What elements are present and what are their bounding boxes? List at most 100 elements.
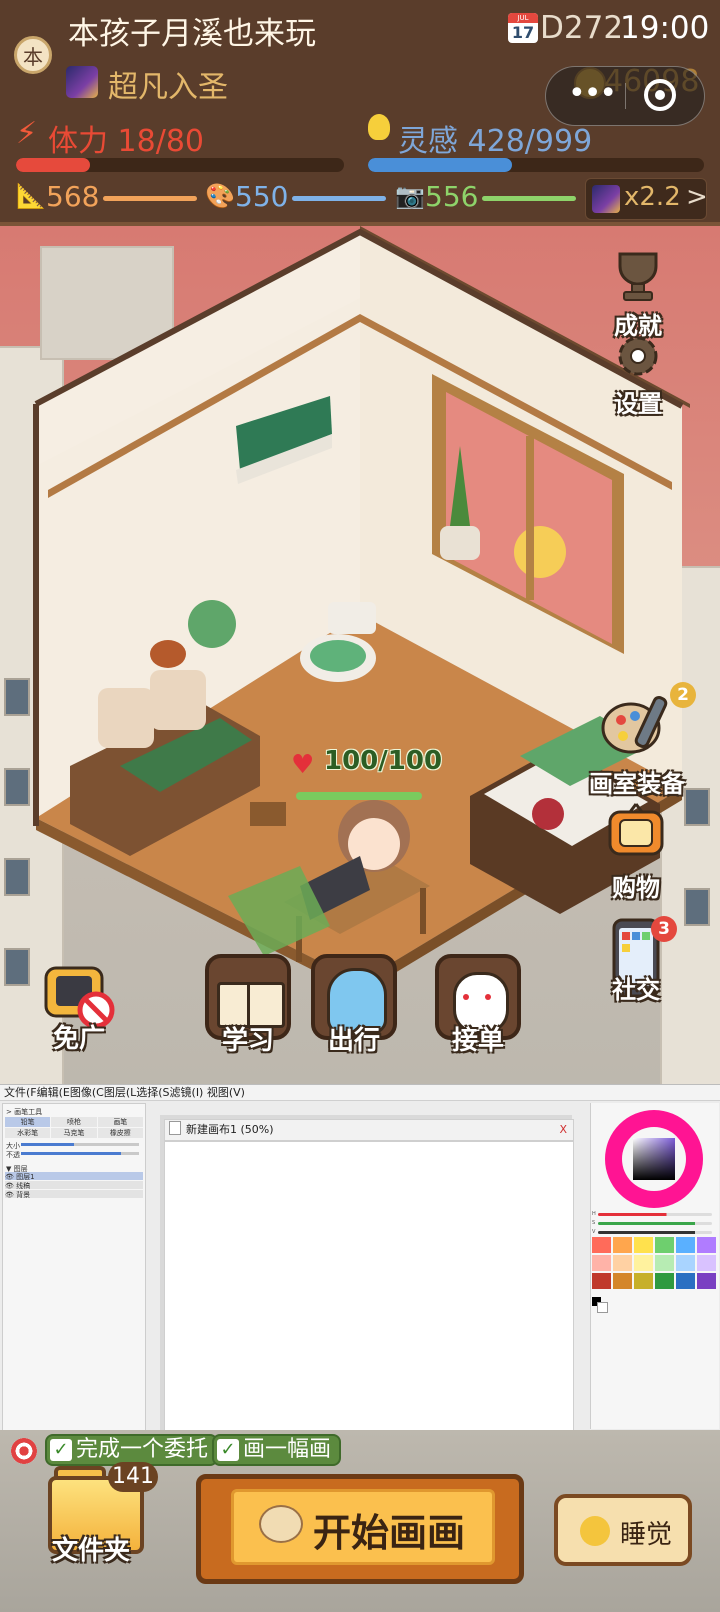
close-target-icon[interactable] bbox=[644, 79, 676, 111]
background-color[interactable] bbox=[597, 1302, 608, 1313]
sleep-label: 睡觉 bbox=[620, 1520, 673, 1550]
color-swatches bbox=[592, 1237, 716, 1293]
hue-slider[interactable] bbox=[598, 1213, 712, 1216]
start-painting-button[interactable]: 开始画画 bbox=[196, 1474, 524, 1584]
accept-orders-label: 接单 bbox=[451, 1026, 504, 1056]
settings-button[interactable]: 设置 bbox=[598, 332, 678, 419]
palette-icon: 🎨 bbox=[205, 182, 235, 210]
check-icon: ✓ bbox=[50, 1439, 72, 1461]
lightbulb-icon bbox=[368, 114, 390, 140]
value-slider[interactable] bbox=[598, 1231, 712, 1234]
slider-label-s: S bbox=[592, 1220, 596, 1226]
stat-drawing: 568 bbox=[46, 180, 100, 213]
quest-draw-painting[interactable]: ✓ 画一幅画 bbox=[212, 1434, 342, 1466]
lightning-icon: ⚡ bbox=[16, 116, 38, 151]
check-icon: ✓ bbox=[217, 1439, 239, 1461]
color-swatch[interactable] bbox=[592, 1255, 611, 1271]
tool-eraser[interactable]: 橡皮擦 bbox=[97, 1128, 143, 1138]
inspiration-bar bbox=[368, 158, 704, 172]
saturation-value-picker[interactable] bbox=[633, 1138, 675, 1180]
canvas-tab[interactable]: 新建画布1 (50%) X bbox=[164, 1119, 574, 1141]
tool-watercolor[interactable]: 水彩笔 bbox=[5, 1128, 51, 1138]
trophy-icon bbox=[618, 252, 658, 301]
hp-bar bbox=[296, 792, 422, 800]
sleep-button[interactable]: 睡觉 bbox=[554, 1494, 692, 1566]
tool-panel-title: > 画笔工具 bbox=[6, 1108, 43, 1116]
palette-brush-icon bbox=[601, 696, 668, 754]
tool-panel: > 画笔工具 铅笔 喷枪 画笔 水彩笔 马克笔 橡皮擦 大小 不透 ▼ 图层 👁… bbox=[2, 1103, 146, 1431]
color-swatch[interactable] bbox=[676, 1255, 695, 1271]
inspiration-label: 灵感 428/999 bbox=[398, 124, 593, 159]
day-counter: D272 bbox=[540, 10, 624, 46]
accept-orders-button[interactable]: 接单 bbox=[430, 954, 526, 1057]
gear-icon bbox=[618, 336, 658, 376]
shop-button[interactable]: 购物 bbox=[596, 802, 676, 903]
travel-button[interactable]: 出行 bbox=[306, 954, 402, 1057]
game-scene: 成就 设置 画室装备 2 购物 社交 3 ♥ 100/100 免广 学习 出行 … bbox=[0, 226, 720, 1084]
username: 本孩子月溪也来玩 bbox=[68, 16, 316, 52]
color-swatch[interactable] bbox=[613, 1237, 632, 1253]
canvas-tab-title: 新建画布1 (50%) bbox=[186, 1123, 274, 1136]
social-label: 社交 bbox=[612, 976, 660, 1004]
folder-label: 文件夹 bbox=[52, 1536, 131, 1566]
multiplier-button[interactable]: x2.2 > bbox=[585, 178, 708, 220]
color-swatch[interactable] bbox=[676, 1273, 695, 1289]
achievements-button[interactable]: 成就 bbox=[598, 250, 678, 341]
color-swatch[interactable] bbox=[592, 1237, 611, 1253]
camera-icon: 📷 bbox=[395, 182, 425, 210]
more-icon[interactable]: ••• bbox=[568, 79, 617, 109]
stat-composition: 556 bbox=[425, 180, 479, 213]
color-swatch[interactable] bbox=[697, 1237, 716, 1253]
saturation-slider[interactable] bbox=[598, 1222, 712, 1225]
calendar-icon: JUL 17 bbox=[508, 13, 538, 43]
color-swatch[interactable] bbox=[634, 1237, 653, 1253]
color-swatch[interactable] bbox=[655, 1273, 674, 1289]
color-swatch[interactable] bbox=[634, 1273, 653, 1289]
folder-count-badge: 141 bbox=[108, 1462, 158, 1492]
size-slider[interactable] bbox=[21, 1143, 139, 1146]
remove-ads-button[interactable]: 免广 bbox=[34, 954, 124, 1055]
avatar[interactable]: 本 bbox=[14, 36, 52, 74]
status-hud: 本 本孩子月溪也来玩 JUL 17 D272 19:00 超凡入圣 46098 … bbox=[0, 0, 720, 226]
game-clock: 19:00 bbox=[620, 10, 710, 46]
tool-marker[interactable]: 马克笔 bbox=[51, 1128, 97, 1138]
galaxy-icon bbox=[592, 185, 620, 213]
palette-icon bbox=[259, 1505, 303, 1543]
color-swatch[interactable] bbox=[697, 1273, 716, 1289]
tool-pencil[interactable]: 铅笔 bbox=[5, 1117, 51, 1127]
bottom-bar: ✓ 完成一个委托 ✓ 画一幅画 141 文件夹 开始画画 睡觉 bbox=[0, 1430, 720, 1612]
start-painting-label: 开始画画 bbox=[313, 1511, 466, 1555]
slider-label-v: V bbox=[592, 1229, 596, 1235]
color-swatch[interactable] bbox=[697, 1255, 716, 1271]
stamina-bar bbox=[16, 158, 344, 172]
opacity-slider[interactable] bbox=[21, 1152, 139, 1155]
close-icon[interactable]: X bbox=[559, 1120, 567, 1140]
opacity-label: 不透 bbox=[6, 1151, 20, 1159]
stat-composition-bar bbox=[482, 196, 576, 201]
color-swatch[interactable] bbox=[655, 1237, 674, 1253]
menu-bar[interactable]: 文件(F编辑(E图像(C图层(L选择(S滤镜(I) 视图(V) bbox=[0, 1085, 720, 1101]
galaxy-icon bbox=[66, 66, 98, 98]
color-swatch[interactable] bbox=[676, 1237, 695, 1253]
color-swatch[interactable] bbox=[634, 1255, 653, 1271]
tv-shop-icon bbox=[608, 803, 664, 856]
sleeping-face-icon bbox=[580, 1516, 610, 1546]
color-swatch[interactable] bbox=[613, 1273, 632, 1289]
layer-item[interactable]: 👁 线稿 bbox=[5, 1181, 143, 1190]
ruler-icon: 📐 bbox=[16, 182, 46, 210]
color-swatch[interactable] bbox=[592, 1273, 611, 1289]
chevron-right-icon: > bbox=[686, 182, 708, 212]
tool-airbrush[interactable]: 喷枪 bbox=[51, 1117, 97, 1127]
tool-brush[interactable]: 画笔 bbox=[97, 1117, 143, 1127]
layer-item[interactable]: 👁 背景 bbox=[5, 1190, 143, 1199]
painting-app: 文件(F编辑(E图像(C图层(L选择(S滤镜(I) 视图(V) > 画笔工具 铅… bbox=[0, 1084, 720, 1431]
study-button[interactable]: 学习 bbox=[200, 954, 296, 1057]
drawing-canvas[interactable] bbox=[164, 1141, 574, 1431]
study-label: 学习 bbox=[221, 1026, 274, 1056]
color-swatch[interactable] bbox=[655, 1255, 674, 1271]
rank-title: 超凡入圣 bbox=[108, 70, 228, 105]
stamina-label: 体力 18/80 bbox=[48, 124, 204, 159]
travel-label: 出行 bbox=[327, 1026, 380, 1056]
layer-item[interactable]: 👁 图层1 bbox=[5, 1172, 143, 1181]
color-swatch[interactable] bbox=[613, 1255, 632, 1271]
